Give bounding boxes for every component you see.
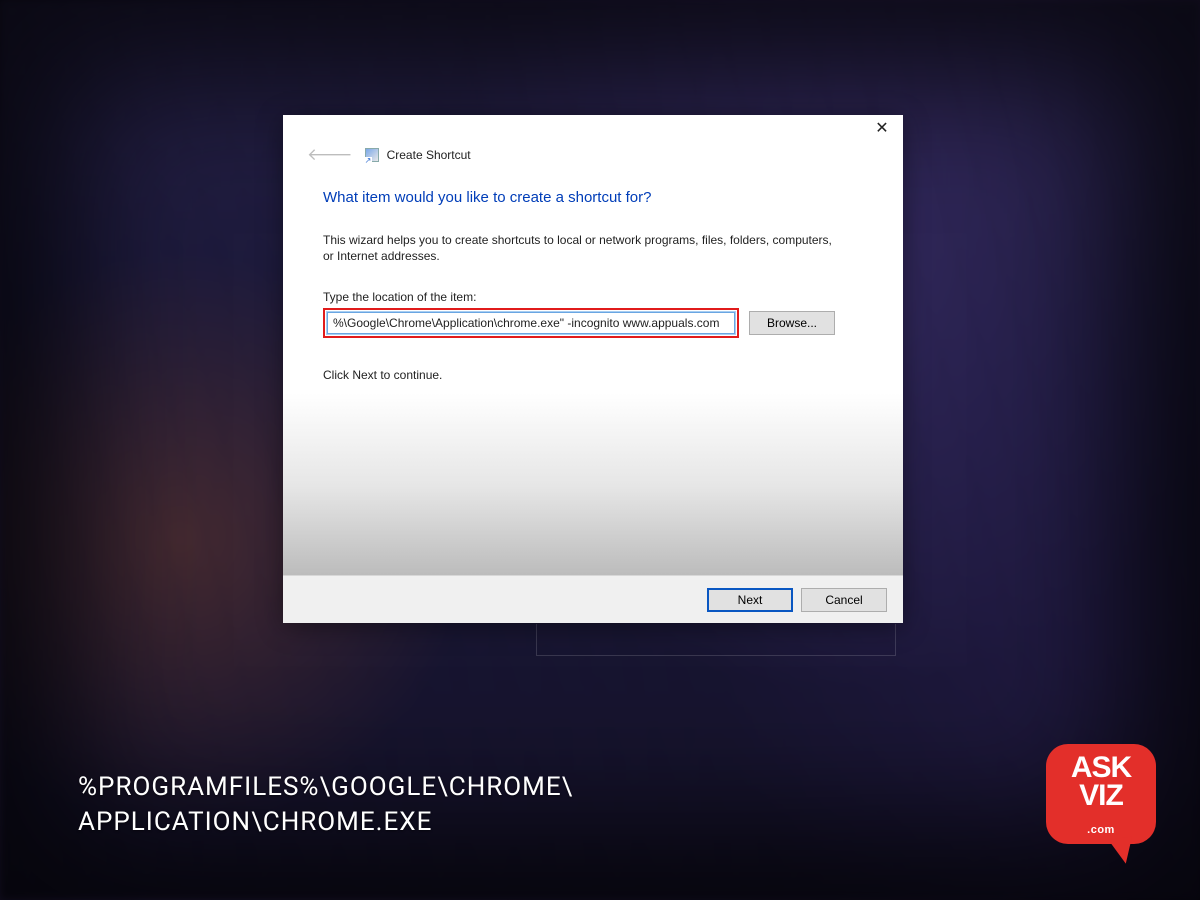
wizard-description: This wizard helps you to create shortcut… <box>323 232 843 264</box>
wizard-heading: What item would you like to create a sho… <box>323 189 863 206</box>
dialog-body: What item would you like to create a sho… <box>283 171 903 575</box>
dialog-titlebar: ✕ <box>283 115 903 145</box>
continue-hint: Click Next to continue. <box>323 368 863 382</box>
logo-line-1: ASK <box>1046 754 1156 782</box>
background-panel-outline <box>536 624 896 656</box>
back-arrow-icon[interactable]: 🡐 <box>301 145 359 165</box>
dialog-title: Create Shortcut <box>387 148 471 162</box>
caption-line-2: APPLICATION\CHROME.EXE <box>78 805 573 840</box>
location-input[interactable] <box>327 312 735 334</box>
caption-line-1: %PROGRAMFILES%\GOOGLE\CHROME\ <box>78 770 573 805</box>
location-input-row: Browse... <box>323 308 863 338</box>
next-button[interactable]: Next <box>707 588 793 612</box>
dialog-header: 🡐 Create Shortcut <box>283 145 903 171</box>
browse-button[interactable]: Browse... <box>749 311 835 335</box>
logo-line-2: VIZ <box>1046 782 1156 810</box>
dialog-footer: Next Cancel <box>283 575 903 623</box>
location-input-highlight <box>323 308 739 338</box>
cancel-button[interactable]: Cancel <box>801 588 887 612</box>
logo-text: ASK VIZ <box>1046 754 1156 809</box>
location-field-label: Type the location of the item: <box>323 290 863 304</box>
logo-bubble: ASK VIZ .com <box>1046 744 1156 844</box>
askviz-logo: ASK VIZ .com <box>1046 744 1164 872</box>
overlay-caption: %PROGRAMFILES%\GOOGLE\CHROME\ APPLICATIO… <box>78 770 573 840</box>
close-icon[interactable]: ✕ <box>871 121 893 137</box>
logo-subtext: .com <box>1046 824 1156 836</box>
shortcut-file-icon <box>365 148 379 162</box>
create-shortcut-dialog: ✕ 🡐 Create Shortcut What item would you … <box>283 115 903 623</box>
